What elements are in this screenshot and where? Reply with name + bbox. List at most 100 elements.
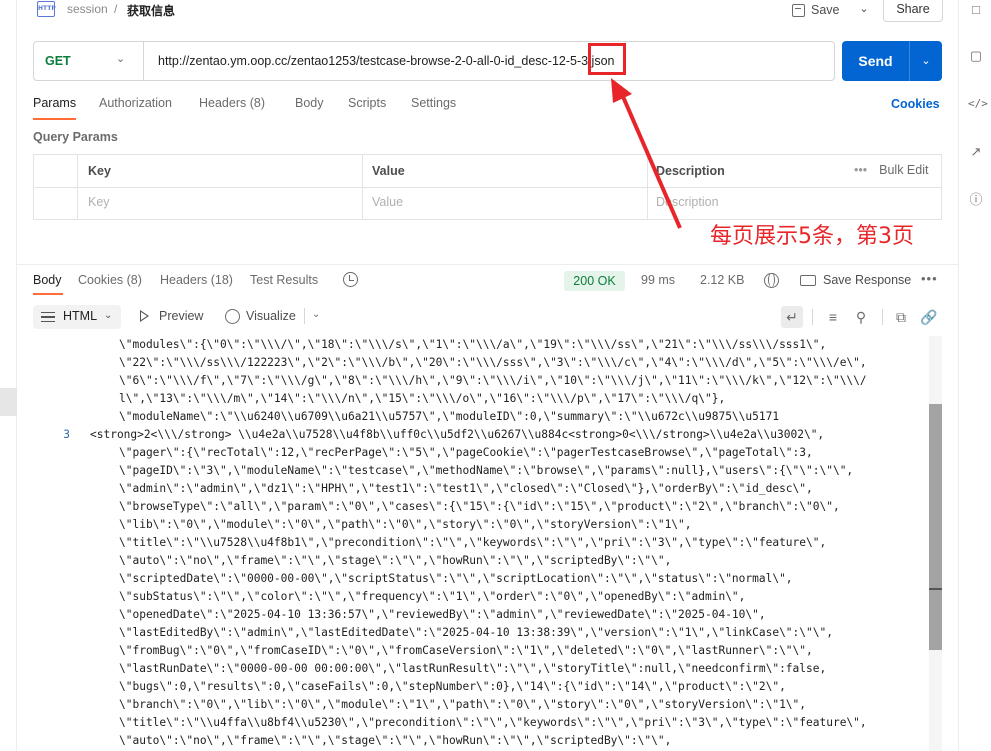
code-text: \"moduleName\":\"\\u6240\\u6709\\u6a21\\… bbox=[119, 410, 780, 423]
code-line: \"fromBug\":\"0\",\"fromCaseID\":\"0\",\… bbox=[17, 642, 942, 660]
code-text: \"pageID\":\"3\",\"moduleName\":\"testca… bbox=[119, 464, 854, 477]
description-input[interactable]: Description bbox=[656, 195, 719, 209]
preview-play-icon bbox=[140, 310, 149, 322]
code-text: \"lib\":\"0\",\"module\":\"0\",\"path\":… bbox=[119, 518, 692, 531]
method-label: GET bbox=[45, 54, 71, 68]
code-text: \"6\":\"\\\/f\",\"7\":\"\\\/g\",\"8\":\"… bbox=[119, 374, 867, 387]
send-options-chevron-down-icon[interactable]: ⌄ bbox=[910, 41, 942, 81]
globe-icon[interactable] bbox=[764, 273, 779, 288]
save-response-icon bbox=[800, 275, 816, 286]
code-text: \"admin\":\"admin\",\"dz1\":\"HPH\",\"te… bbox=[119, 482, 813, 495]
status-badge[interactable]: 200 OK bbox=[564, 271, 625, 291]
response-active-tab-indicator bbox=[33, 293, 63, 295]
code-text: \"fromBug\":\"0\",\"fromCaseID\":\"0\",\… bbox=[119, 644, 813, 657]
sidebar-collapse-handle[interactable] bbox=[0, 388, 17, 416]
toolbar-divider bbox=[882, 309, 883, 325]
send-button-group: Send ⌄ bbox=[842, 41, 942, 81]
response-tab-headers[interactable]: Headers (18) bbox=[160, 273, 233, 287]
code-line: \"browseType\":\"all\",\"param\":\"0\",\… bbox=[17, 498, 942, 516]
response-divider[interactable] bbox=[17, 264, 958, 265]
column-header-value: Value bbox=[372, 164, 405, 178]
annotation-highlight-box bbox=[588, 43, 626, 75]
breadcrumb-separator: / bbox=[114, 2, 118, 16]
http-request-icon: HTTP bbox=[37, 1, 56, 17]
column-divider bbox=[362, 155, 363, 219]
code-line: \"pager\":{\"recTotal\":12,\"recPerPage\… bbox=[17, 444, 942, 462]
code-line: \"lib\":\"0\",\"module\":\"0\",\"path\":… bbox=[17, 516, 942, 534]
response-tab-cookies[interactable]: Cookies (8) bbox=[78, 273, 142, 287]
tab-body[interactable]: Body bbox=[295, 96, 324, 110]
comments-icon[interactable]: ▢ bbox=[968, 48, 984, 64]
visualize-chevron-down-icon[interactable]: ⌄ bbox=[312, 309, 320, 320]
code-line: \"auto\":\"no\",\"frame\":\"\",\"stage\"… bbox=[17, 552, 942, 570]
tab-scripts[interactable]: Scripts bbox=[348, 96, 386, 110]
bulk-edit-button[interactable]: ••• Bulk Edit bbox=[854, 163, 928, 177]
tab-params[interactable]: Params bbox=[33, 96, 76, 110]
related-collections-icon[interactable]: ↗ bbox=[968, 144, 984, 160]
column-header-description: Description bbox=[656, 164, 725, 178]
column-divider bbox=[77, 155, 78, 219]
cookies-link[interactable]: Cookies bbox=[891, 97, 940, 111]
more-options-icon[interactable]: ••• bbox=[921, 271, 938, 286]
documentation-icon[interactable]: □ bbox=[968, 2, 984, 18]
right-context-rail: □ ▢ </> ↗ ⓘ bbox=[958, 0, 991, 751]
response-body[interactable]: \"modules\":{\"0\":\"\\\/\",\"18\":\"\\\… bbox=[17, 336, 942, 751]
code-text: \"22\":\"\\\/ss\\\/122223\",\"2\":\"\\\/… bbox=[119, 356, 867, 369]
tab-settings[interactable]: Settings bbox=[411, 96, 456, 110]
code-text: \"auto\":\"no\",\"frame\":\"\",\"stage\"… bbox=[119, 554, 672, 567]
value-input[interactable]: Value bbox=[372, 195, 403, 209]
info-icon[interactable]: ⓘ bbox=[968, 192, 984, 208]
key-input[interactable]: Key bbox=[88, 195, 110, 209]
code-line: \"lastEditedBy\":\"admin\",\"lastEditedD… bbox=[17, 624, 942, 642]
save-disk-icon bbox=[792, 3, 805, 17]
bulk-edit-label: Bulk Edit bbox=[879, 163, 929, 177]
request-title[interactable]: 获取信息 bbox=[127, 2, 175, 19]
response-tab-test-results[interactable]: Test Results bbox=[250, 273, 318, 287]
wrap-lines-icon[interactable]: ↵ bbox=[781, 306, 803, 328]
preview-button[interactable]: Preview bbox=[159, 309, 203, 323]
code-line: \"pageID\":\"3\",\"moduleName\":\"testca… bbox=[17, 462, 942, 480]
code-text: \"scriptedDate\":\"0000-00-00\",\"script… bbox=[119, 572, 793, 585]
code-snippet-icon[interactable]: </> bbox=[968, 96, 988, 112]
code-line: \"openedDate\":\"2025-04-10 13:36:57\",\… bbox=[17, 606, 942, 624]
method-select[interactable]: GET ⌄ bbox=[34, 42, 144, 80]
toolbar-divider bbox=[812, 309, 813, 325]
code-line: \"title\":\"\\u7528\\u4f8b1\",\"precondi… bbox=[17, 534, 942, 552]
code-text: \"modules\":{\"0\":\"\\\/\",\"18\":\"\\\… bbox=[119, 338, 827, 351]
format-label: HTML bbox=[63, 309, 98, 323]
save-response-button[interactable]: Save Response bbox=[823, 273, 911, 287]
filter-icon[interactable]: ≡ bbox=[822, 306, 844, 328]
visualize-icon bbox=[225, 309, 240, 324]
format-select[interactable]: HTML ⌄ bbox=[33, 305, 121, 329]
params-header-row bbox=[34, 155, 941, 188]
url-input[interactable]: http://zentao.ym.oop.cc/zentao1253/testc… bbox=[158, 54, 615, 68]
save-options-chevron-down-icon[interactable]: ⌄ bbox=[853, 0, 875, 20]
format-lines-icon bbox=[41, 312, 55, 322]
request-header: HTTP session / 获取信息 Save ⌄ Share bbox=[17, 0, 958, 22]
breadcrumb-collection[interactable]: session bbox=[67, 2, 108, 16]
more-dots-icon: ••• bbox=[854, 163, 868, 177]
search-icon[interactable]: ⚲ bbox=[850, 306, 872, 328]
link-icon[interactable]: 🔗 bbox=[918, 306, 940, 328]
response-tab-body[interactable]: Body bbox=[33, 273, 62, 287]
code-text: <strong>2<\\\/strong> \\u4e2a\\u7528\\u4… bbox=[90, 428, 825, 441]
visualize-button[interactable]: Visualize bbox=[246, 309, 296, 323]
query-params-label: Query Params bbox=[33, 130, 118, 144]
active-tab-indicator bbox=[33, 118, 76, 120]
tab-headers[interactable]: Headers (8) bbox=[199, 96, 265, 110]
scrollbar-thumb[interactable] bbox=[929, 404, 942, 650]
send-button[interactable]: Send bbox=[842, 41, 909, 81]
response-size[interactable]: 2.12 KB bbox=[700, 273, 744, 287]
annotation-text: 每页展示5条，第3页 bbox=[710, 224, 914, 249]
history-icon[interactable] bbox=[343, 272, 358, 287]
code-text: \"lastRunDate\":\"0000-00-00 00:00:00\",… bbox=[119, 662, 827, 675]
response-time[interactable]: 99 ms bbox=[641, 273, 675, 287]
code-line: \"admin\":\"admin\",\"dz1\":\"HPH\",\"te… bbox=[17, 480, 942, 498]
method-chevron-down-icon: ⌄ bbox=[116, 53, 126, 65]
share-button[interactable]: Share bbox=[883, 0, 943, 22]
tab-authorization[interactable]: Authorization bbox=[99, 96, 172, 110]
query-params-table: Key Value Description ••• Bulk Edit Key V… bbox=[33, 154, 942, 220]
save-button[interactable]: Save bbox=[792, 0, 840, 20]
url-bar: GET ⌄ http://zentao.ym.oop.cc/zentao1253… bbox=[33, 41, 835, 81]
copy-icon[interactable]: ⧉ bbox=[890, 306, 912, 328]
